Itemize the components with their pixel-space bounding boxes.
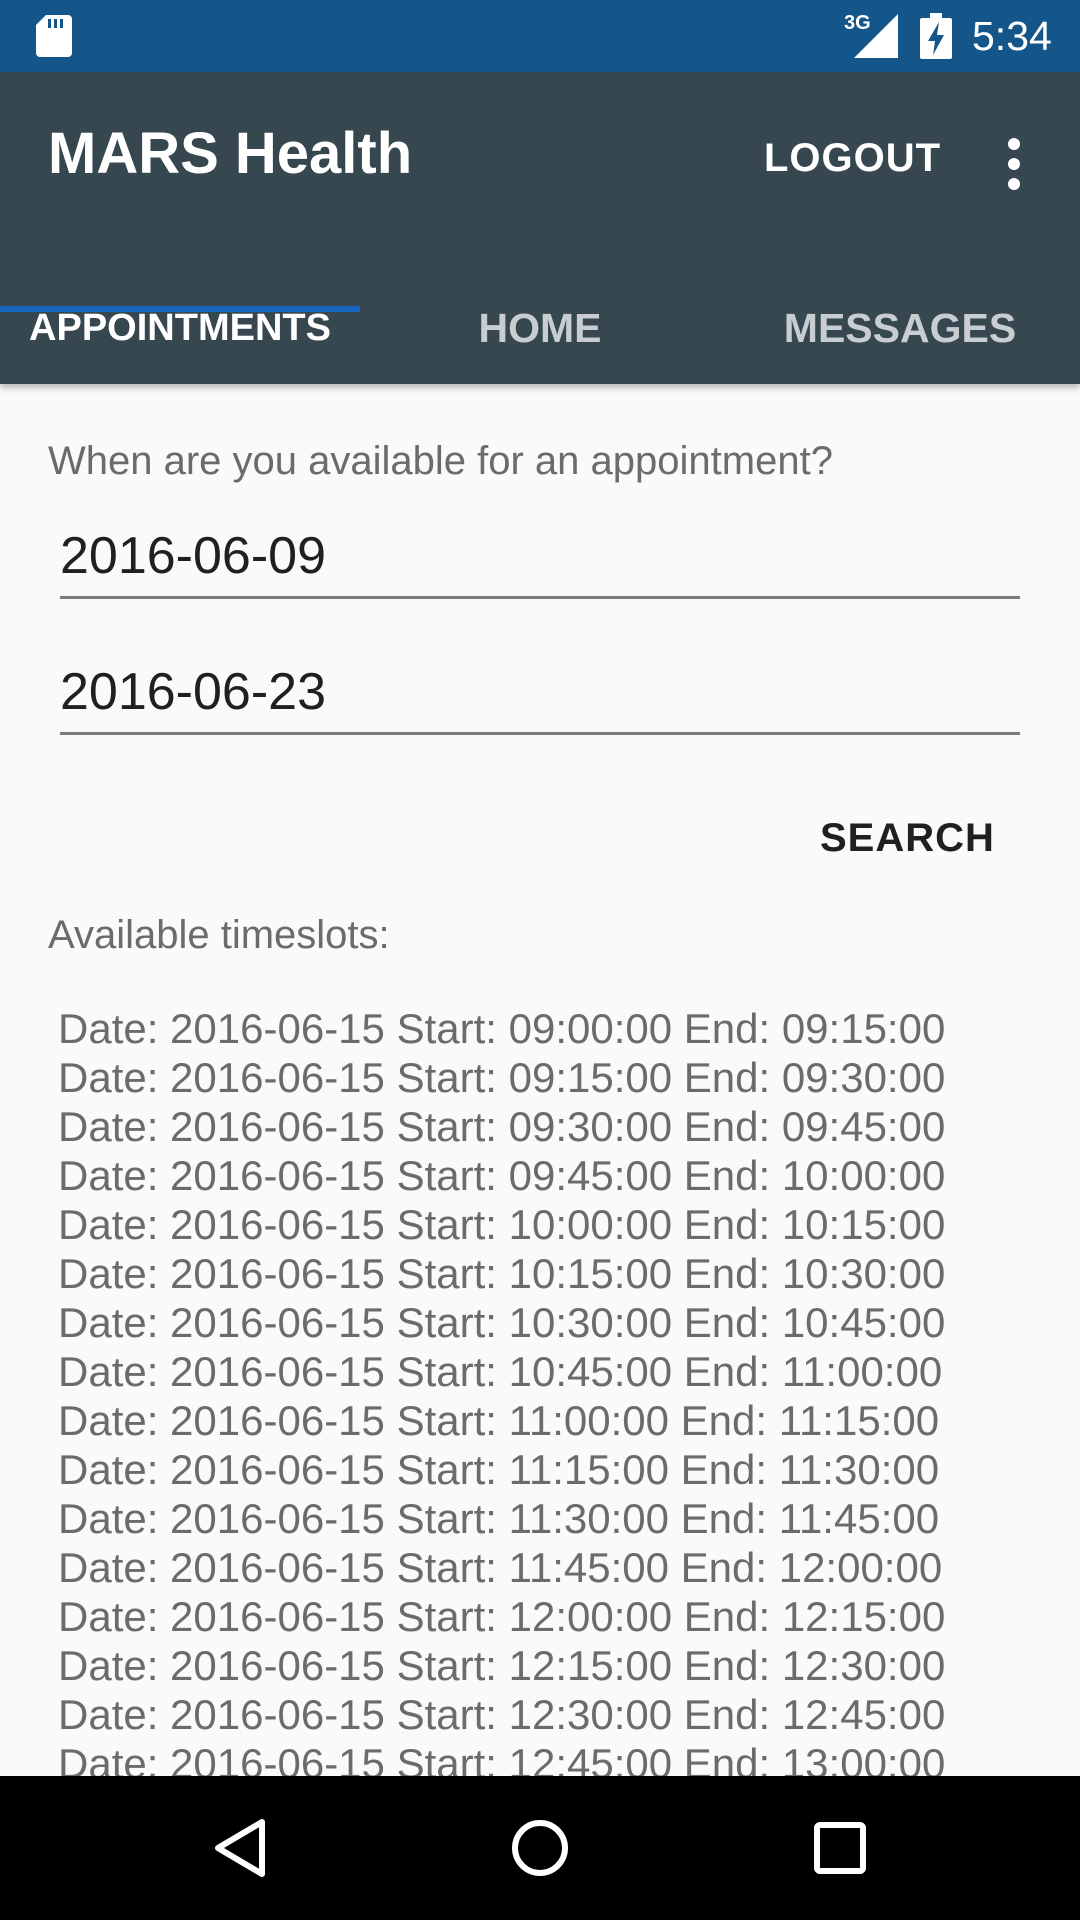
timeslot-item: Date: 2016-06-15 Start: 12:00:00 End: 12… (58, 1593, 946, 1640)
availability-prompt: When are you available for an appointmen… (48, 439, 833, 483)
appointments-content: When are you available for an appointmen… (0, 384, 1080, 1776)
search-button[interactable]: SEARCH (796, 798, 1019, 878)
timeslot-item: Date: 2016-06-15 Start: 09:45:00 End: 10… (58, 1152, 946, 1199)
timeslot-item: Date: 2016-06-15 Start: 12:15:00 End: 12… (58, 1642, 946, 1689)
navigation-bar (0, 1776, 1080, 1920)
tab-indicator (0, 306, 360, 312)
status-bar: 3G 5:34 (0, 0, 1080, 72)
more-vert-icon[interactable] (990, 128, 1038, 200)
timeslot-item: Date: 2016-06-15 Start: 09:30:00 End: 09… (58, 1103, 946, 1150)
timeslot-item: Date: 2016-06-15 Start: 10:45:00 End: 11… (58, 1348, 943, 1395)
sd-card-icon (36, 15, 72, 57)
timeslot-item: Date: 2016-06-15 Start: 12:30:00 End: 12… (58, 1691, 946, 1738)
app-bar: MARS Health LOGOUT APPOINTMENTS HOME MES… (0, 72, 1080, 384)
timeslot-item: Date: 2016-06-15 Start: 11:45:00 End: 12… (58, 1544, 943, 1591)
start-date-field[interactable]: 2016-06-09 (60, 516, 1020, 599)
recents-icon[interactable] (800, 1808, 880, 1888)
battery-charging-icon (920, 13, 952, 59)
tab-bar: APPOINTMENTS HOME MESSAGES (0, 272, 1080, 384)
back-icon[interactable] (200, 1808, 280, 1888)
app-title: MARS Health (48, 121, 413, 186)
timeslot-item: Date: 2016-06-15 Start: 10:15:00 End: 10… (58, 1250, 946, 1297)
timeslot-item: Date: 2016-06-15 Start: 10:00:00 End: 10… (58, 1201, 946, 1248)
timeslot-item: Date: 2016-06-15 Start: 10:30:00 End: 10… (58, 1299, 946, 1346)
timeslot-item: Date: 2016-06-15 Start: 09:15:00 End: 09… (58, 1054, 946, 1101)
end-date-field[interactable]: 2016-06-23 (60, 652, 1020, 735)
timeslot-list[interactable]: Date: 2016-06-15 Start: 09:00:00 End: 09… (58, 1004, 1058, 1776)
screen: 3G 5:34 MARS Health LOGOUT APPOINTMENTS … (0, 0, 1080, 1920)
status-time: 5:34 (972, 13, 1052, 59)
tab-home[interactable]: HOME (360, 272, 720, 384)
tab-messages[interactable]: MESSAGES (720, 272, 1080, 384)
timeslot-item: Date: 2016-06-15 Start: 11:30:00 End: 11… (58, 1495, 940, 1542)
home-icon[interactable] (500, 1808, 580, 1888)
timeslot-item: Date: 2016-06-15 Start: 09:00:00 End: 09… (58, 1005, 946, 1052)
timeslot-item: Date: 2016-06-15 Start: 11:15:00 End: 11… (58, 1446, 940, 1493)
timeslot-item: Date: 2016-06-15 Start: 12:45:00 End: 13… (58, 1740, 946, 1776)
signal-icon (854, 14, 898, 58)
timeslots-label: Available timeslots: (48, 913, 390, 957)
tab-appointments[interactable]: APPOINTMENTS (0, 272, 360, 384)
timeslot-item: Date: 2016-06-15 Start: 11:00:00 End: 11… (58, 1397, 940, 1444)
logout-button[interactable]: LOGOUT (744, 128, 961, 188)
